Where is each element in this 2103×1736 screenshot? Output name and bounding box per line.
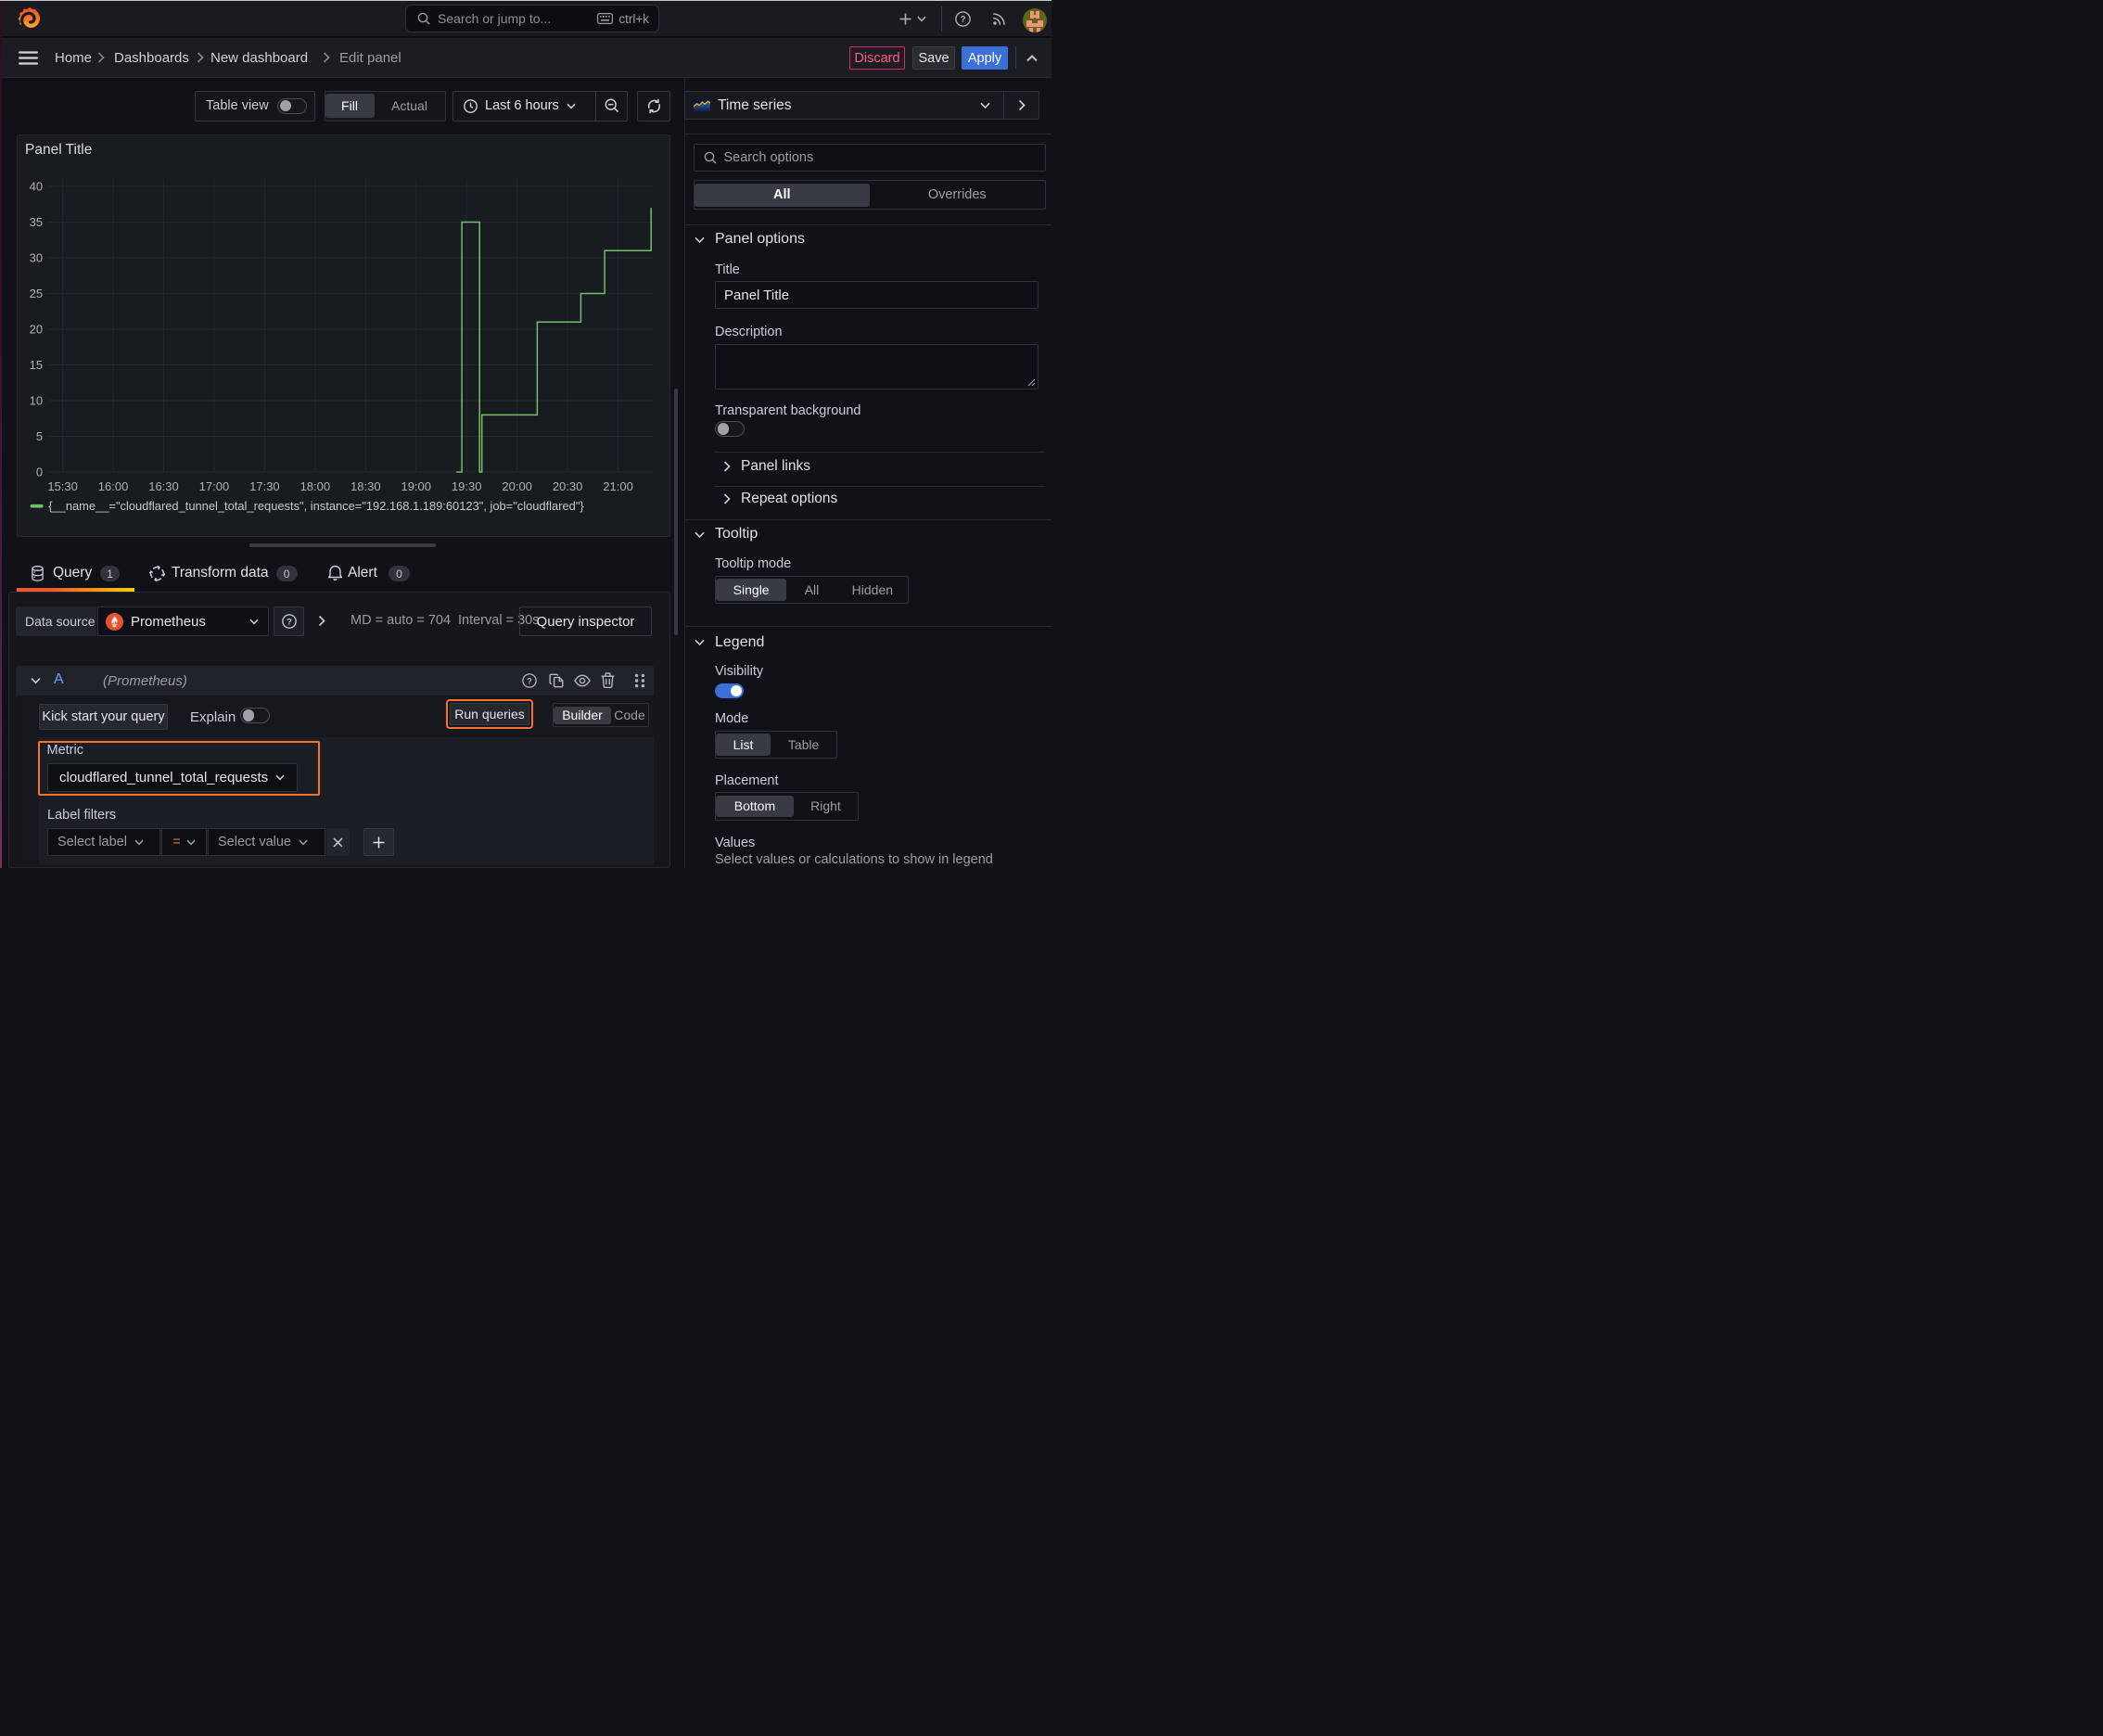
- svg-text:30: 30: [29, 250, 42, 264]
- svg-text:35: 35: [29, 215, 42, 229]
- svg-text:?: ?: [287, 616, 292, 626]
- svg-text:25: 25: [29, 287, 42, 300]
- svg-text:40: 40: [29, 179, 42, 193]
- svg-text:21:00: 21:00: [603, 479, 633, 493]
- svg-text:{__name__="cloudflared_tunnel_: {__name__="cloudflared_tunnel_total_requ…: [48, 499, 584, 513]
- svg-text:20: 20: [29, 322, 42, 336]
- svg-text:10: 10: [29, 393, 42, 407]
- svg-text:20:30: 20:30: [553, 479, 583, 493]
- svg-text:19:30: 19:30: [452, 479, 482, 493]
- svg-text:5: 5: [36, 429, 43, 443]
- svg-text:?: ?: [960, 15, 965, 25]
- svg-text:18:00: 18:00: [300, 479, 330, 493]
- svg-text:16:00: 16:00: [98, 479, 129, 493]
- svg-text:0: 0: [36, 465, 43, 479]
- svg-text:?: ?: [527, 675, 532, 685]
- svg-text:20:00: 20:00: [502, 479, 532, 493]
- svg-text:15: 15: [29, 358, 42, 372]
- svg-text:17:30: 17:30: [249, 479, 280, 493]
- svg-text:15:30: 15:30: [47, 479, 78, 493]
- svg-text:16:30: 16:30: [148, 479, 179, 493]
- svg-text:17:00: 17:00: [198, 479, 229, 493]
- svg-text:18:30: 18:30: [350, 479, 381, 493]
- svg-text:19:00: 19:00: [401, 479, 431, 493]
